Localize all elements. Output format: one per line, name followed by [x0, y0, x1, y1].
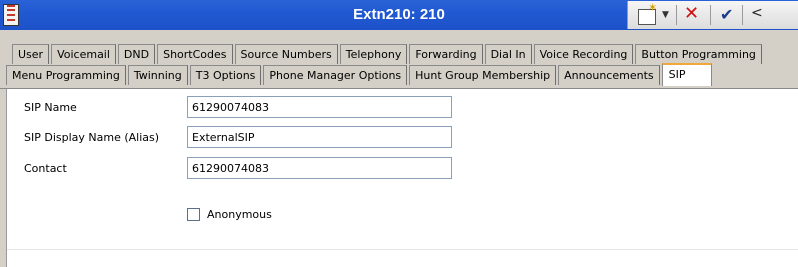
back-icon[interactable]: < [751, 5, 763, 25]
new-file-icon[interactable] [638, 1, 657, 25]
contact-label: Contact [24, 162, 67, 175]
extension-window: Extn210: 210 ▼ ✕ ✔ < User Voicemail DND … [0, 0, 798, 267]
tab-sip[interactable]: SIP [661, 63, 712, 86]
sip-name-input[interactable] [187, 96, 452, 118]
tab-source-numbers[interactable]: Source Numbers [234, 44, 338, 64]
tab-dial-in[interactable]: Dial In [484, 44, 532, 64]
contact-input[interactable] [187, 157, 452, 179]
tab-user[interactable]: User [12, 44, 50, 64]
check-icon[interactable]: ✔ [720, 5, 733, 25]
close-x-icon[interactable]: ✕ [684, 3, 699, 24]
toolbar-separator [710, 5, 711, 25]
sip-display-name-label: SIP Display Name (Alias) [24, 131, 160, 144]
dropdown-icon[interactable]: ▼ [662, 10, 669, 30]
tab-hunt-group-membership[interactable]: Hunt Group Membership [409, 65, 557, 85]
tab-menu-programming[interactable]: Menu Programming [6, 65, 126, 85]
tab-telephony[interactable]: Telephony [339, 44, 408, 64]
tab-twinning[interactable]: Twinning [127, 65, 188, 85]
sip-display-name-input[interactable] [187, 126, 452, 148]
sip-name-label: SIP Name [24, 101, 77, 114]
panel-divider [7, 249, 798, 250]
tab-forwarding[interactable]: Forwarding [409, 44, 483, 64]
tab-voice-recording[interactable]: Voice Recording [533, 44, 634, 64]
anonymous-label: Anonymous [207, 208, 272, 221]
tab-shortcodes[interactable]: ShortCodes [157, 44, 233, 64]
tab-dnd[interactable]: DND [117, 44, 156, 64]
toolbar-separator [676, 5, 677, 25]
tab-strip: User Voicemail DND ShortCodes Source Num… [0, 30, 798, 88]
tab-voicemail[interactable]: Voicemail [51, 44, 116, 64]
sip-panel: SIP Name SIP Display Name (Alias) Contac… [6, 89, 798, 267]
tab-row-1: User Voicemail DND ShortCodes Source Num… [12, 44, 764, 64]
title-bar: Extn210: 210 ▼ ✕ ✔ < [0, 0, 798, 31]
tab-button-programming[interactable]: Button Programming [635, 44, 762, 64]
anonymous-checkbox[interactable] [187, 208, 200, 221]
tab-row-2: Menu Programming Twinning T3 Options Pho… [6, 63, 714, 86]
tab-phone-manager-options[interactable]: Phone Manager Options [263, 65, 408, 85]
toolbar: ▼ ✕ ✔ < [627, 1, 798, 29]
toolbar-separator [742, 5, 743, 25]
tab-t3-options[interactable]: T3 Options [189, 65, 262, 85]
tab-announcements[interactable]: Announcements [558, 65, 660, 85]
